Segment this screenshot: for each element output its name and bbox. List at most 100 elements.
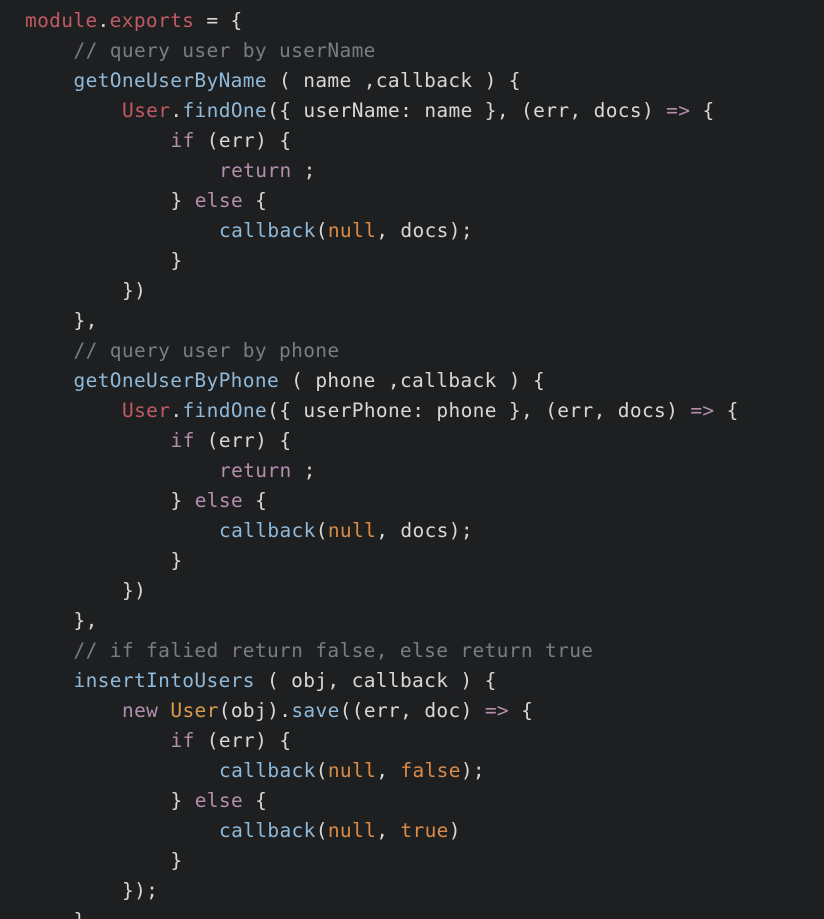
code-line[interactable]: callback(null, false); [0,756,824,786]
code-token-func: getOneUserByPhone [73,369,280,392]
code-line[interactable]: return ; [0,156,824,186]
code-token-punct: }) [122,579,147,602]
code-token-punct: } [170,489,195,512]
code-line[interactable]: return ; [0,456,824,486]
code-token-func: callback [219,819,316,842]
code-token-param: callback [351,669,449,692]
code-token-punct: ( [254,669,292,692]
code-line[interactable]: callback(null, docs); [0,516,824,546]
code-line[interactable]: new User(obj).save((err, doc) => { [0,696,824,726]
code-token-func: callback [219,759,316,782]
code-line[interactable]: // if falied return false, else return t… [0,636,824,666]
code-line[interactable]: } [0,846,824,876]
code-token-punct: } [170,849,183,872]
code-token-punct: , [376,759,401,782]
code-line[interactable]: callback(null, docs); [0,216,824,246]
code-line[interactable]: }) [0,276,824,306]
code-token-punct: = [206,9,219,32]
code-token-param: docs [617,399,667,422]
code-line[interactable]: }); [0,876,824,906]
code-token-punct: , [569,99,594,122]
code-token-keyword: else [194,189,244,212]
code-line[interactable]: }) [0,576,824,606]
code-token-literal: null [327,819,377,842]
code-line[interactable]: } [0,246,824,276]
code-token-arrow: => [666,99,691,122]
code-token-prop: userName [303,99,401,122]
code-line[interactable]: } else { [0,486,824,516]
code-line[interactable]: insertIntoUsers ( obj, callback ) { [0,666,824,696]
code-token-class: exports [109,9,195,32]
code-token-param: doc [424,699,461,722]
code-token-punct: }, [73,309,98,332]
code-token-func: callback [219,219,316,242]
code-token-param: docs [400,219,449,242]
code-token-param: callback [399,369,497,392]
code-token-punct: . [97,9,110,32]
code-token-punct: ( [194,429,219,452]
code-token-punct: { [690,99,715,122]
code-line[interactable]: if (err) { [0,726,824,756]
code-token-arrow: => [690,399,715,422]
code-token-punct: } [170,249,183,272]
code-token-param: name [303,69,352,92]
code-token-punct: ({ [267,399,304,422]
code-token-comment: // query user by userName [73,39,376,62]
code-token-method: findOne [182,399,268,422]
code-token-class: User [122,399,171,422]
code-line[interactable]: module.exports = { [0,6,824,36]
code-token-param: callback [375,69,473,92]
code-token-punct: { [714,399,739,422]
code-line[interactable]: }, [0,606,824,636]
code-line[interactable]: } else { [0,186,824,216]
code-token-punct: ); [460,759,486,782]
code-line[interactable]: getOneUserByName ( name ,callback ) { [0,66,824,96]
code-token-class: module [25,9,98,32]
code-token-param: obj [291,669,328,692]
code-token-class: User [122,99,171,122]
code-line[interactable]: getOneUserByPhone ( phone ,callback ) { [0,366,824,396]
code-line[interactable]: // query user by userName [0,36,824,66]
code-token-punct: , [400,699,425,722]
code-line[interactable]: User.findOne({ userPhone: phone }, (err,… [0,396,824,426]
code-token-keyword: return [219,159,292,182]
code-line[interactable]: }, [0,306,824,336]
code-token-punct: ( [315,219,328,242]
code-line[interactable]: } else { [0,786,824,816]
code-token-punct: . [170,399,183,422]
code-line[interactable]: } [0,546,824,576]
code-token-punct: { [243,789,268,812]
code-line[interactable]: } [0,906,824,919]
code-token-func: getOneUserByName [73,69,267,92]
code-token-punct: }, [73,609,98,632]
code-token-param: docs [400,519,449,542]
code-token-literal: null [327,519,377,542]
code-line[interactable]: if (err) { [0,126,824,156]
code-token-keyword: else [194,789,244,812]
code-token-prop: userPhone [303,399,413,422]
code-token-punct: , [327,669,352,692]
code-line[interactable]: if (err) { [0,426,824,456]
code-token-punct: ) { [496,369,546,392]
code-token-punct: ) [666,399,691,422]
code-token-punct: ( [266,69,304,92]
code-token-literal: null [327,219,377,242]
code-line[interactable]: User.findOne({ userName: name }, (err, d… [0,96,824,126]
code-token-punct: } [74,909,86,919]
code-token-punct: ; [291,159,316,182]
code-token-param: phone [436,399,497,422]
code-token-punct: ) { [255,729,292,752]
code-token-keyword: if [170,429,195,452]
code-token-func: callback [219,519,316,542]
code-line[interactable]: callback(null, true) [0,816,824,846]
code-token-punct: ( [194,729,219,752]
source-code-block[interactable]: module.exports = {// query user by userN… [0,6,824,919]
code-token-keyword: return [219,459,292,482]
code-token-punct: ( [315,819,328,842]
code-line[interactable]: // query user by phone [0,336,824,366]
code-token-punct: ( [315,519,328,542]
code-editor-viewport[interactable]: module.exports = {// query user by userN… [0,0,824,919]
code-token-punct: , [376,519,401,542]
